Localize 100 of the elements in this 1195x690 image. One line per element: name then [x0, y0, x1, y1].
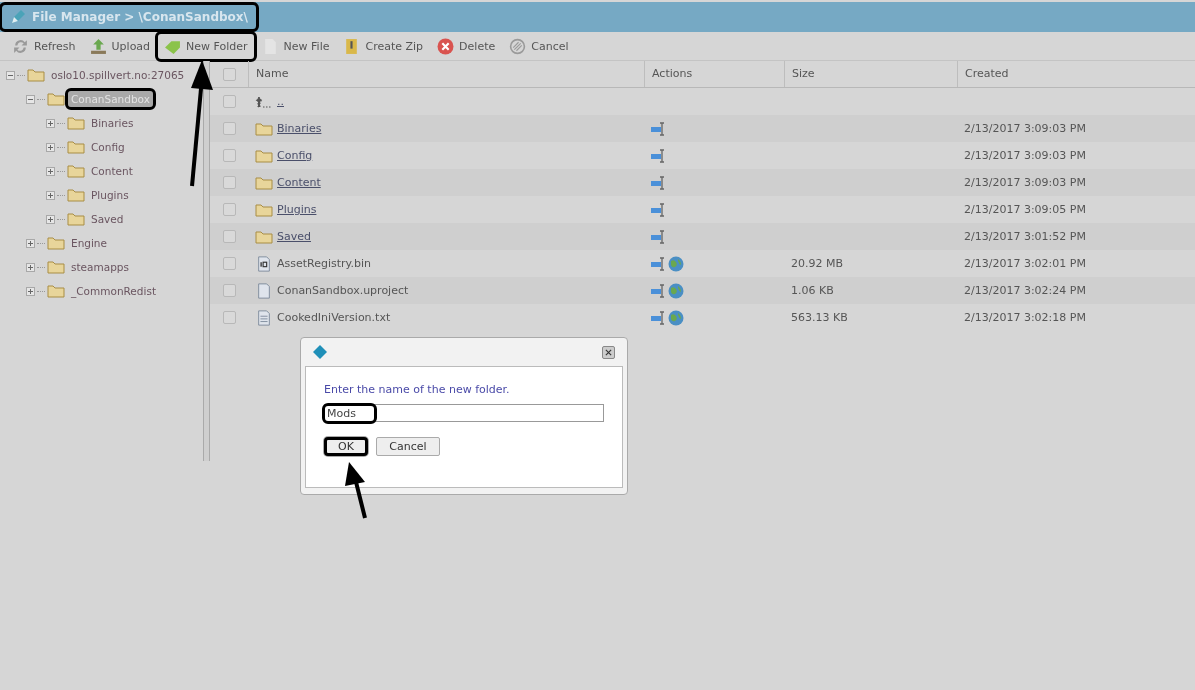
file-name-link[interactable]: AssetRegistry.bin [277, 257, 372, 270]
tree-item[interactable]: Plugins [88, 187, 132, 203]
dialog-button[interactable]: OK [324, 437, 368, 456]
created-date: 2/13/2017 3:02:01 PM [964, 257, 1086, 270]
expander-icon[interactable] [46, 190, 55, 200]
file-name-link[interactable]: Plugins [277, 203, 317, 216]
title-text: File Manager > \ConanSandbox\ [32, 10, 248, 24]
expander-icon[interactable] [6, 70, 15, 80]
folder-icon [47, 260, 65, 274]
folder-icon [255, 147, 273, 164]
file-name-link[interactable]: Content [277, 176, 321, 189]
row-checkbox[interactable] [222, 284, 236, 297]
file-name-link[interactable]: CookedIniVersion.txt [277, 311, 391, 324]
toolbar-button[interactable]: Refresh [6, 33, 82, 59]
rename-icon[interactable] [650, 147, 666, 164]
created-date: 2/13/2017 3:09:03 PM [964, 176, 1086, 189]
toolbar-button[interactable]: Create Zip [337, 33, 430, 59]
globe-icon[interactable] [668, 309, 684, 326]
tree-item[interactable]: oslo10.spillvert.no:27065 [48, 67, 188, 83]
folder-icon [255, 201, 273, 218]
toolbar-button[interactable]: New File [255, 33, 336, 59]
created-date: 2/13/2017 3:01:52 PM [964, 230, 1086, 243]
folder-icon [67, 116, 85, 130]
size-text: 20.92 MB [791, 257, 844, 270]
toolbar-button[interactable]: New Folder [158, 33, 254, 59]
folder-icon [47, 284, 65, 298]
pen-icon [10, 9, 26, 25]
rename-icon[interactable] [650, 174, 666, 191]
size-text: 563.13 KB [791, 311, 848, 324]
folder-name-field[interactable]: Mods [324, 404, 604, 422]
expander-icon[interactable] [46, 118, 55, 128]
expander-icon[interactable] [26, 238, 35, 248]
tree-item[interactable]: Config [88, 139, 128, 155]
row-checkbox[interactable] [222, 176, 236, 189]
size-text: 1.06 KB [791, 284, 834, 297]
expander-icon[interactable] [26, 286, 35, 296]
select-all-checkbox[interactable] [222, 67, 236, 81]
folder-icon [67, 164, 85, 178]
row-checkbox[interactable] [222, 95, 236, 108]
file-name-link[interactable]: Binaries [277, 122, 322, 135]
tree-item[interactable]: Binaries [88, 115, 137, 131]
created-date: 2/13/2017 3:02:24 PM [964, 284, 1086, 297]
row-checkbox[interactable] [222, 230, 236, 243]
rename-icon[interactable] [650, 309, 666, 326]
tree-item[interactable]: steamapps [68, 259, 132, 275]
file-icon [255, 282, 273, 299]
toolbar-button[interactable]: Upload [83, 33, 157, 59]
created-date: 2/13/2017 3:09:05 PM [964, 203, 1086, 216]
file-name-link[interactable]: Config [277, 149, 313, 162]
splitter-handle[interactable] [203, 61, 210, 461]
expander-icon[interactable] [26, 94, 35, 104]
row-checkbox[interactable] [222, 122, 236, 135]
globe-icon[interactable] [668, 282, 684, 299]
folder-icon [67, 188, 85, 202]
close-button[interactable] [602, 345, 615, 359]
tree-item[interactable]: Saved [88, 211, 127, 227]
binary-file-icon [255, 255, 273, 272]
close-icon [605, 348, 612, 356]
folder-icon [255, 120, 273, 137]
created-date: 2/13/2017 3:09:03 PM [964, 149, 1086, 162]
rename-icon[interactable] [650, 120, 666, 137]
globe-icon[interactable] [668, 255, 684, 272]
cancel-icon [509, 37, 527, 55]
tree-item[interactable]: Content [88, 163, 136, 179]
expander-icon[interactable] [46, 142, 55, 152]
dialog-message: Enter the name of the new folder. [324, 383, 511, 396]
row-checkbox[interactable] [222, 203, 236, 216]
refresh-icon [12, 37, 29, 55]
folder-icon [27, 68, 45, 82]
toolbar-button[interactable]: Cancel [503, 33, 575, 59]
created-date: 2/13/2017 3:02:18 PM [964, 311, 1086, 324]
tree-item[interactable]: Engine [68, 235, 110, 251]
rename-icon[interactable] [650, 228, 666, 245]
rename-icon[interactable] [650, 282, 666, 299]
rename-icon[interactable] [650, 255, 666, 272]
row-checkbox[interactable] [222, 311, 236, 324]
expander-icon[interactable] [46, 166, 55, 176]
expander-icon[interactable] [46, 214, 55, 224]
column-header[interactable]: Created [957, 61, 1195, 87]
column-header[interactable]: Name [248, 61, 644, 87]
rename-icon[interactable] [650, 201, 666, 218]
delete-icon [437, 37, 455, 55]
file-name-link[interactable]: Saved [277, 230, 311, 243]
row-checkbox[interactable] [222, 257, 236, 270]
row-checkbox[interactable] [222, 149, 236, 162]
upload-icon [89, 37, 107, 55]
folder-icon [67, 140, 85, 154]
folder-icon [255, 228, 273, 245]
toolbar-button[interactable]: Delete [431, 33, 502, 59]
column-header[interactable]: Actions [644, 61, 784, 87]
folder-icon [67, 212, 85, 226]
file-name-link[interactable]: .. [277, 95, 284, 108]
folder-icon [255, 174, 273, 191]
tree-item[interactable]: _CommonRedist [68, 283, 159, 299]
column-header[interactable]: Size [784, 61, 957, 87]
dialog-button[interactable]: Cancel [376, 437, 440, 456]
created-date: 2/13/2017 3:09:03 PM [964, 122, 1086, 135]
expander-icon[interactable] [26, 262, 35, 272]
file-name-link[interactable]: ConanSandbox.uproject [277, 284, 409, 297]
text-file-icon [255, 309, 273, 326]
